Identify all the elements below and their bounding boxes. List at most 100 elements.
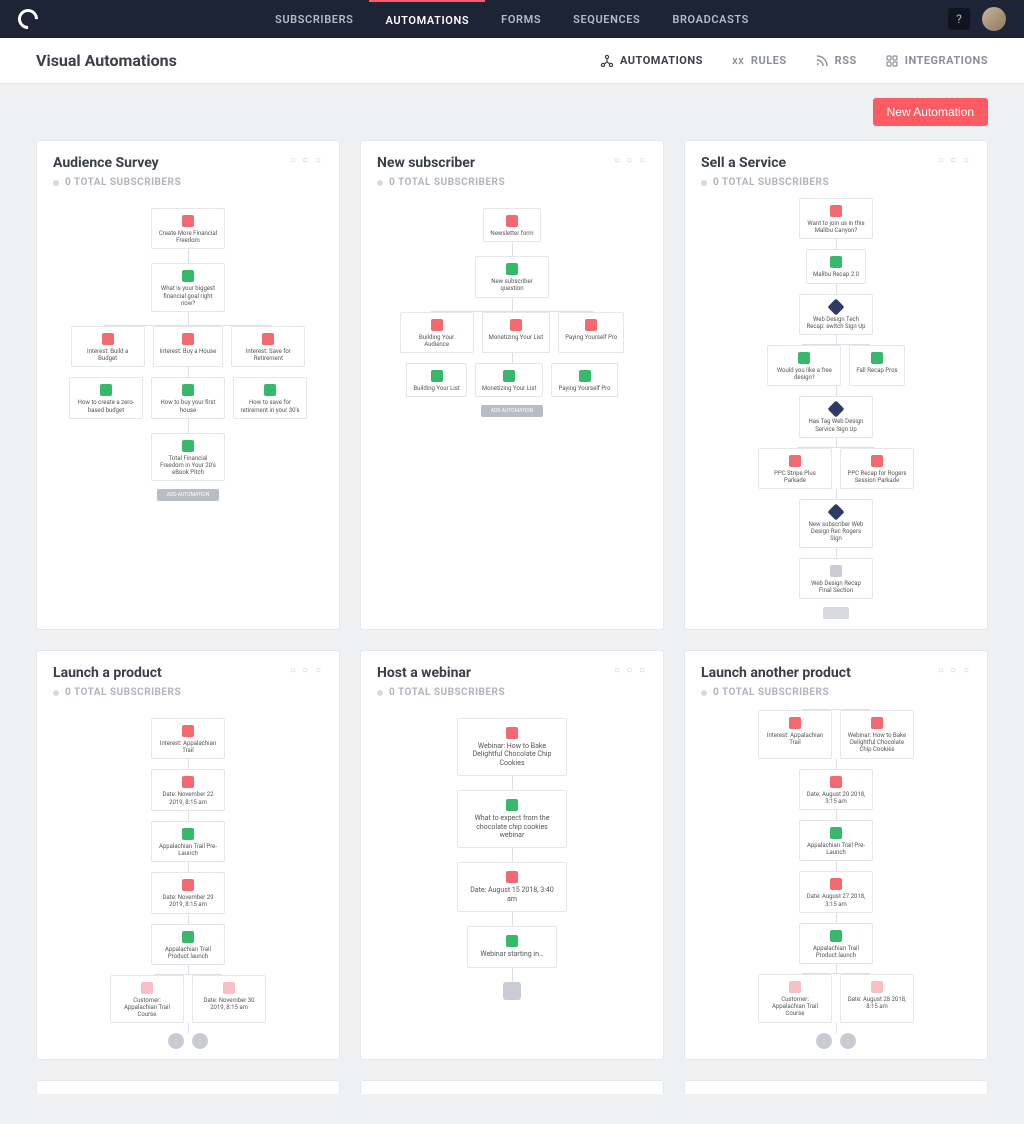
flow-node[interactable]: Want to join us in this Malibu Canyon? xyxy=(799,198,873,239)
card-launch-another-product[interactable]: Launch another product ○ ○ ○ 0 TOTAL SUB… xyxy=(684,650,988,1060)
flow-node[interactable]: Appalachian Trail Pre-Launch xyxy=(799,820,873,861)
subnav-rss[interactable]: RSS xyxy=(815,54,857,68)
flow-diagram: Want to join us in this Malibu Canyon? M… xyxy=(701,188,971,619)
flow-node[interactable]: Webinar: How to Bake Delightful Chocolat… xyxy=(457,718,567,776)
card-menu-icon[interactable]: ○ ○ ○ xyxy=(614,665,647,676)
nav-center: SUBSCRIBERS AUTOMATIONS FORMS SEQUENCES … xyxy=(259,0,765,38)
flow-node[interactable]: Interest: Save for Retirement xyxy=(231,326,305,367)
event-icon xyxy=(182,384,194,396)
flow-node[interactable]: Customer: Appalachian Trail Course xyxy=(110,975,184,1024)
flow-node[interactable]: PPC Recap for Rogers Session Parkade xyxy=(840,448,914,489)
nav-automations[interactable]: AUTOMATIONS xyxy=(369,0,485,38)
cards-grid: Audience Survey ○ ○ ○ 0 TOTAL SUBSCRIBER… xyxy=(36,140,988,1060)
flow-node[interactable]: Would you like a free design? xyxy=(767,345,841,386)
card-launch-product[interactable]: Launch a product ○ ○ ○ 0 TOTAL SUBSCRIBE… xyxy=(36,650,340,1060)
dot-icon xyxy=(701,180,707,186)
card-peek[interactable] xyxy=(684,1080,988,1094)
flow-node[interactable]: Paying Yourself Pro xyxy=(558,312,624,353)
subnav-rules[interactable]: RULES xyxy=(731,54,787,68)
flow-node[interactable]: Monetizing Your List xyxy=(475,363,544,397)
flow-node[interactable]: What is your biggest financial goal righ… xyxy=(151,263,225,312)
sub-header: Visual Automations AUTOMATIONS RULES RSS… xyxy=(0,38,1024,84)
flow-node[interactable]: Interest: Buy a House xyxy=(153,326,224,367)
subnav-integrations[interactable]: INTEGRATIONS xyxy=(885,54,988,68)
tag-icon xyxy=(789,717,801,729)
nav-sequences[interactable]: SEQUENCES xyxy=(557,0,656,38)
card-peek[interactable] xyxy=(36,1080,340,1094)
flow-node[interactable]: Date: November 29 2019, 8:15 am xyxy=(151,872,225,913)
subnav-automations[interactable]: AUTOMATIONS xyxy=(600,54,703,68)
flow-node[interactable]: Malibu Recap 2.0 xyxy=(806,249,866,283)
flow-node[interactable]: Date: November 22 2019, 8:15 am xyxy=(151,769,225,810)
form-icon xyxy=(182,215,194,227)
flow-node[interactable]: Webinar starting in… xyxy=(467,926,557,967)
date-icon xyxy=(223,982,235,994)
flow-node[interactable]: Web Design Tech Recap: switch Sign Up xyxy=(799,294,873,335)
flow-node[interactable]: Monetizing Your List xyxy=(482,312,551,353)
flow-node[interactable]: Create More Financial Freedom xyxy=(151,208,225,249)
flow-node[interactable]: Date: August 28 2018, 8:15 am xyxy=(840,974,914,1023)
flow-node[interactable]: New subscriber question xyxy=(475,256,549,297)
nav-broadcasts[interactable]: BROADCASTS xyxy=(656,0,765,38)
nav-subscribers[interactable]: SUBSCRIBERS xyxy=(259,0,369,38)
flow-node[interactable]: Has Tag Web Design Service Sign Up xyxy=(799,396,873,437)
flow-node[interactable]: Date: November 30 2019, 8:15 am xyxy=(192,975,266,1024)
condition-icon xyxy=(828,504,845,521)
logo-icon xyxy=(14,5,42,33)
card-host-webinar[interactable]: Host a webinar ○ ○ ○ 0 TOTAL SUBSCRIBERS… xyxy=(360,650,664,1060)
flow-node[interactable]: Customer: Appalachian Trail Course xyxy=(758,974,832,1023)
card-menu-icon[interactable]: ○ ○ ○ xyxy=(614,155,647,166)
nav-forms[interactable]: FORMS xyxy=(485,0,557,38)
card-menu-icon[interactable]: ○ ○ ○ xyxy=(938,665,971,676)
flow-node[interactable]: How to buy your first house xyxy=(151,377,225,418)
event-icon xyxy=(431,370,443,382)
flow-node[interactable]: Appalachian Trail Pre-Launch xyxy=(151,821,225,862)
flow-node[interactable]: Appalachian Trail Product launch xyxy=(799,923,873,964)
flow-node[interactable]: Total Financial Freedom in Your 20's eBo… xyxy=(151,433,225,482)
avatar[interactable] xyxy=(982,7,1006,31)
flow-node[interactable]: Building Your List xyxy=(406,363,466,397)
card-menu-icon[interactable]: ○ ○ ○ xyxy=(290,665,323,676)
card-menu-icon[interactable]: ○ ○ ○ xyxy=(938,155,971,166)
flow-node[interactable]: Date: August 20 2018, 3:15 am xyxy=(799,769,873,810)
page-body: New Automation Audience Survey ○ ○ ○ 0 T… xyxy=(0,84,1024,1124)
event-icon xyxy=(182,828,194,840)
new-automation-button[interactable]: New Automation xyxy=(873,98,988,126)
flow-node[interactable]: PPC Stripe Plus Parkade xyxy=(758,448,832,489)
flow-node[interactable]: New subscriber Web Design Rec Rogers Sig… xyxy=(799,499,873,548)
help-button[interactable]: ? xyxy=(948,8,970,30)
flow-node[interactable]: Webinar: How to Bake Delightful Chocolat… xyxy=(840,710,914,759)
flow-node[interactable]: Web Design Recap Final Section xyxy=(799,558,873,599)
flow-diagram: Newsletter form New subscriber question … xyxy=(377,188,647,619)
flow-node[interactable]: Interest: Appalachian Trail xyxy=(151,718,225,759)
add-automation-chip[interactable]: ADD AUTOMATION xyxy=(481,405,544,417)
event-icon xyxy=(503,370,515,382)
flow-node[interactable]: Interest: Build a Budget xyxy=(71,326,145,367)
flow-node[interactable]: Paying Yourself Pro xyxy=(551,363,617,397)
rules-icon xyxy=(731,54,745,68)
add-automation-chip[interactable]: ADD AUTOMATION xyxy=(157,489,220,501)
flow-node[interactable]: Building Your Audience xyxy=(400,312,474,353)
event-icon xyxy=(579,370,591,382)
flow-node[interactable]: How to create a zero-based budget xyxy=(69,377,143,418)
card-audience-survey[interactable]: Audience Survey ○ ○ ○ 0 TOTAL SUBSCRIBER… xyxy=(36,140,340,630)
card-sell-service[interactable]: Sell a Service ○ ○ ○ 0 TOTAL SUBSCRIBERS… xyxy=(684,140,988,630)
flow-node[interactable]: Interest: Appalachian Trail xyxy=(758,710,832,759)
add-automation-chip[interactable] xyxy=(823,607,849,619)
card-new-subscriber[interactable]: New subscriber ○ ○ ○ 0 TOTAL SUBSCRIBERS… xyxy=(360,140,664,630)
tag-icon xyxy=(585,319,597,331)
flow-node[interactable]: Newsletter form xyxy=(483,208,540,242)
flow-node[interactable]: Appalachian Trail Product launch xyxy=(151,924,225,965)
card-title: Audience Survey xyxy=(53,155,159,171)
card-peek[interactable] xyxy=(360,1080,664,1094)
card-menu-icon[interactable]: ○ ○ ○ xyxy=(290,155,323,166)
flow-node[interactable]: Date: August 27 2018, 3:15 am xyxy=(799,871,873,912)
flow-node[interactable]: Fall Recap Pros xyxy=(849,345,904,386)
flow-node[interactable]: What to expect from the chocolate chip c… xyxy=(457,790,567,848)
event-icon xyxy=(182,270,194,282)
flow-node[interactable]: Date: August 15 2018, 3:40 am xyxy=(457,862,567,912)
integrations-icon xyxy=(885,54,899,68)
logo[interactable] xyxy=(18,0,68,38)
flow-node[interactable]: How to save for retirement in your 30's xyxy=(233,377,307,418)
event-icon xyxy=(506,935,518,947)
